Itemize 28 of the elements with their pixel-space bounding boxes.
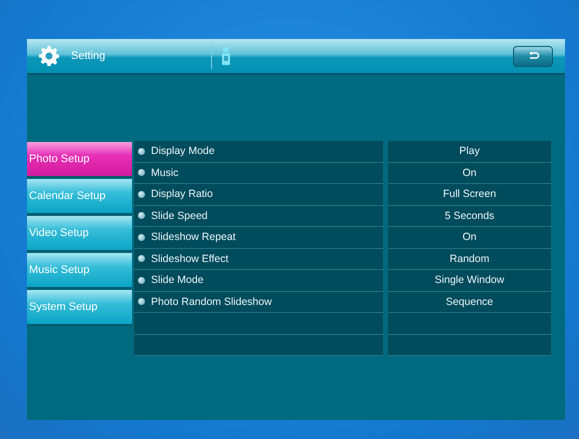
setting-name[interactable]: Display Ratio	[151, 188, 213, 200]
setting-value[interactable]: Random	[450, 252, 490, 265]
setting-name[interactable]: Slideshow Effect	[151, 252, 228, 265]
setting-name[interactable]: Slideshow Repeat	[151, 231, 236, 244]
usb-drive-icon	[222, 47, 230, 65]
setting-name[interactable]: Slide Mode	[151, 274, 204, 286]
bullet-icon	[138, 276, 145, 284]
menu-tab[interactable]: Photo Setup	[27, 142, 132, 176]
bullet-icon	[138, 234, 145, 241]
gear-icon	[39, 46, 59, 66]
bullet-icon	[138, 190, 145, 198]
setting-name[interactable]: Music	[151, 166, 178, 179]
bullet-icon	[138, 298, 145, 306]
setting-value[interactable]: Full Screen	[442, 188, 496, 200]
bullet-icon	[138, 255, 145, 262]
bullet-icon	[138, 148, 145, 155]
bullet-icon	[138, 212, 145, 220]
setting-value[interactable]: On	[462, 166, 476, 179]
setting-value[interactable]: Sequence	[446, 296, 494, 308]
setting-value[interactable]: 5 Seconds	[444, 210, 494, 222]
header-title: Setting	[71, 50, 106, 62]
back-arrow-icon	[527, 52, 539, 60]
back-button[interactable]	[513, 46, 553, 66]
bullet-icon	[138, 169, 145, 176]
setting-value[interactable]: On	[462, 231, 476, 244]
setting-value[interactable]: Play	[459, 145, 480, 158]
setting-name[interactable]: Slide Speed	[151, 210, 208, 222]
setting-name[interactable]: Display Mode	[151, 145, 215, 158]
